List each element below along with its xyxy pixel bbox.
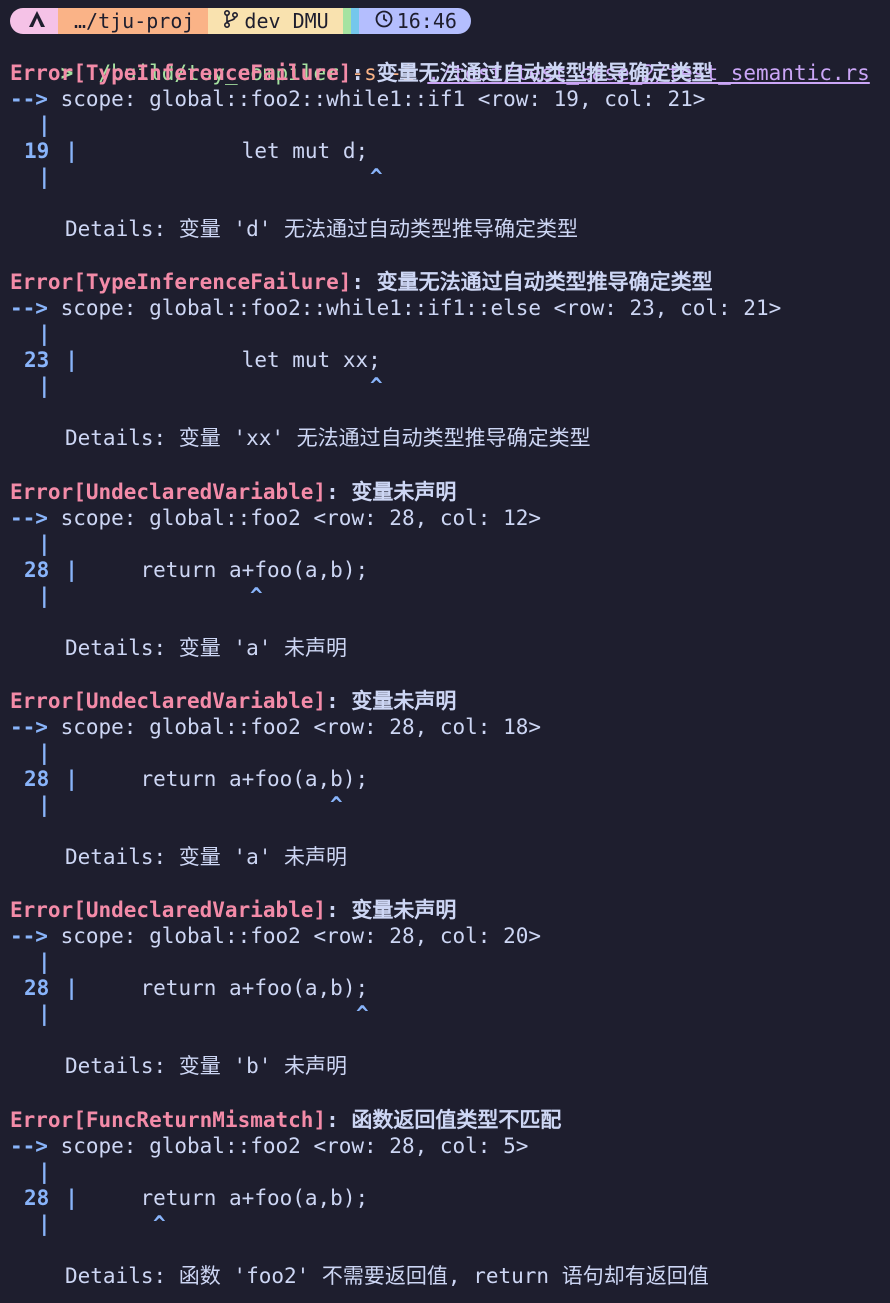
line-number: 19: [24, 139, 50, 163]
error-header: Error[TypeInferenceFailure]: 变量无法通过自动类型推…: [10, 60, 713, 86]
scope-arrow: -->: [10, 505, 48, 530]
gutter-pipe: |: [38, 583, 51, 608]
source-line: 19 | let mut d;: [24, 138, 368, 164]
arch-logo-icon: [28, 9, 46, 33]
source-code: return a+foo(a,b);: [89, 1185, 369, 1210]
error-details: Details: 变量 'a' 未声明: [65, 844, 348, 869]
error-scope: --> scope: global::foo2 <row: 28, col: 1…: [10, 505, 541, 531]
error-header: Error[FuncReturnMismatch]: 函数返回值类型不匹配: [10, 1107, 561, 1133]
gutter-pipe: |: [38, 113, 51, 137]
error-tag: Error[UndeclaredVariable]: [10, 688, 327, 713]
error-tag: Error[TypeInferenceFailure]: [10, 270, 352, 295]
error-message: : 变量无法通过自动类型推导确定类型: [351, 270, 713, 295]
scope-text: scope: global::foo2 <row: 28, col: 18>: [47, 714, 542, 739]
error-scope: --> scope: global::foo2 <row: 28, col: 1…: [10, 714, 541, 740]
error-caret: ^: [250, 583, 263, 608]
error-scope: --> scope: global::foo2::while1::if1 <ro…: [10, 86, 705, 112]
source-line: 23 | let mut xx;: [24, 347, 381, 373]
source-code: return a+foo(a,b);: [89, 766, 369, 791]
error-details: Details: 变量 'd' 无法通过自动类型推导确定类型: [65, 217, 579, 241]
scope-text: scope: global::foo2 <row: 28, col: 20>: [47, 924, 542, 949]
scope-arrow: -->: [10, 87, 48, 111]
error-caret: ^: [330, 792, 343, 817]
line-number: 28: [24, 976, 50, 1001]
source-code: return a+foo(a,b);: [89, 557, 369, 582]
gutter-pipe: |: [38, 165, 51, 189]
prompt-divider: [342, 8, 351, 34]
error-details: Details: 变量 'b' 未声明: [65, 1054, 348, 1079]
error-details: Details: 函数 'foo2' 不需要返回值, return 语句却有返回…: [65, 1263, 709, 1288]
shell-prompt: …/tju-proj dev DMU 16:46: [10, 8, 471, 34]
error-header: Error[UndeclaredVariable]: 变量未声明: [10, 897, 456, 923]
command-line[interactable]: > ./build/toy_compiler -s -i ./test/test…: [10, 34, 870, 85]
error-caret: ^: [370, 374, 383, 399]
source-code: return a+foo(a,b);: [89, 976, 369, 1001]
error-caret: ^: [356, 1002, 369, 1027]
error-message: : 变量无法通过自动类型推导确定类型: [351, 61, 713, 85]
error-message: : 函数返回值类型不匹配: [326, 1107, 562, 1132]
error-details: Details: 变量 'a' 未声明: [65, 635, 348, 660]
source-code: let mut d;: [89, 139, 369, 163]
scope-text: scope: global::foo2 <row: 28, col: 12>: [47, 505, 542, 530]
error-caret: ^: [153, 1211, 166, 1236]
prompt-dir-segment: …/tju-proj: [58, 8, 209, 34]
gutter-pipe: |: [65, 348, 78, 373]
gutter-pipe: |: [65, 766, 78, 791]
prompt-divider: [350, 8, 359, 34]
scope-text: scope: global::foo2 <row: 28, col: 5>: [47, 1133, 529, 1158]
scope-text: scope: global::foo2::while1::if1::else <…: [47, 296, 782, 321]
error-tag: Error[UndeclaredVariable]: [10, 898, 327, 923]
scope-arrow: -->: [10, 924, 48, 949]
gutter-pipe: |: [38, 322, 51, 347]
source-line: 28 | return a+foo(a,b);: [24, 557, 368, 583]
gutter-pipe: |: [65, 976, 78, 1001]
error-header: Error[UndeclaredVariable]: 变量未声明: [10, 479, 456, 505]
gutter-pipe: |: [38, 1211, 51, 1236]
scope-arrow: -->: [10, 714, 48, 739]
git-branch-icon: [224, 9, 239, 33]
error-message: : 变量未声明: [326, 479, 457, 504]
error-tag: Error[FuncReturnMismatch]: [10, 1107, 327, 1132]
gutter-pipe: |: [38, 1002, 51, 1027]
gutter-pipe: |: [65, 557, 78, 582]
error-header: Error[UndeclaredVariable]: 变量未声明: [10, 688, 456, 714]
scope-arrow: -->: [10, 1133, 48, 1158]
error-caret: ^: [370, 165, 383, 189]
gutter-pipe: |: [38, 792, 51, 817]
scope-arrow: -->: [10, 296, 48, 321]
line-number: 28: [24, 1185, 50, 1210]
error-scope: --> scope: global::foo2::while1::if1::el…: [10, 295, 781, 321]
prompt-time: 16:46: [396, 9, 457, 33]
error-tag: Error[TypeInferenceFailure]: [10, 61, 352, 85]
error-header: Error[TypeInferenceFailure]: 变量无法通过自动类型推…: [10, 269, 713, 295]
source-line: 28 | return a+foo(a,b);: [24, 766, 368, 792]
source-line: 28 | return a+foo(a,b);: [24, 975, 368, 1001]
gutter-pipe: |: [65, 1185, 78, 1210]
error-details: Details: 变量 'xx' 无法通过自动类型推导确定类型: [65, 426, 591, 451]
scope-text: scope: global::foo2::while1::if1 <row: 1…: [47, 87, 706, 111]
gutter-pipe: |: [38, 740, 51, 765]
prompt-os-segment: [10, 8, 58, 34]
source-line: 28 | return a+foo(a,b);: [24, 1185, 368, 1211]
source-code: let mut xx;: [89, 348, 381, 373]
error-scope: --> scope: global::foo2 <row: 28, col: 2…: [10, 923, 541, 949]
error-scope: --> scope: global::foo2 <row: 28, col: 5…: [10, 1133, 528, 1159]
prompt-branch: dev DMU: [244, 9, 329, 33]
error-message: : 变量未声明: [326, 898, 457, 923]
terminal-window[interactable]: …/tju-proj dev DMU 16:46 > ./build/toy_c…: [0, 0, 890, 1303]
prompt-dir: …/tju-proj: [74, 9, 195, 33]
line-number: 28: [24, 557, 50, 582]
line-number: 23: [24, 348, 50, 373]
clock-icon: [375, 9, 393, 33]
gutter-pipe: |: [38, 531, 51, 556]
error-message: : 变量未声明: [326, 688, 457, 713]
error-tag: Error[UndeclaredVariable]: [10, 479, 327, 504]
prompt-git-segment: dev DMU: [208, 8, 343, 34]
gutter-pipe: |: [38, 374, 51, 399]
gutter-pipe: |: [38, 950, 51, 975]
line-number: 28: [24, 766, 50, 791]
gutter-pipe: |: [38, 1159, 51, 1184]
gutter-pipe: |: [65, 139, 78, 163]
prompt-time-segment: 16:46: [358, 8, 471, 34]
